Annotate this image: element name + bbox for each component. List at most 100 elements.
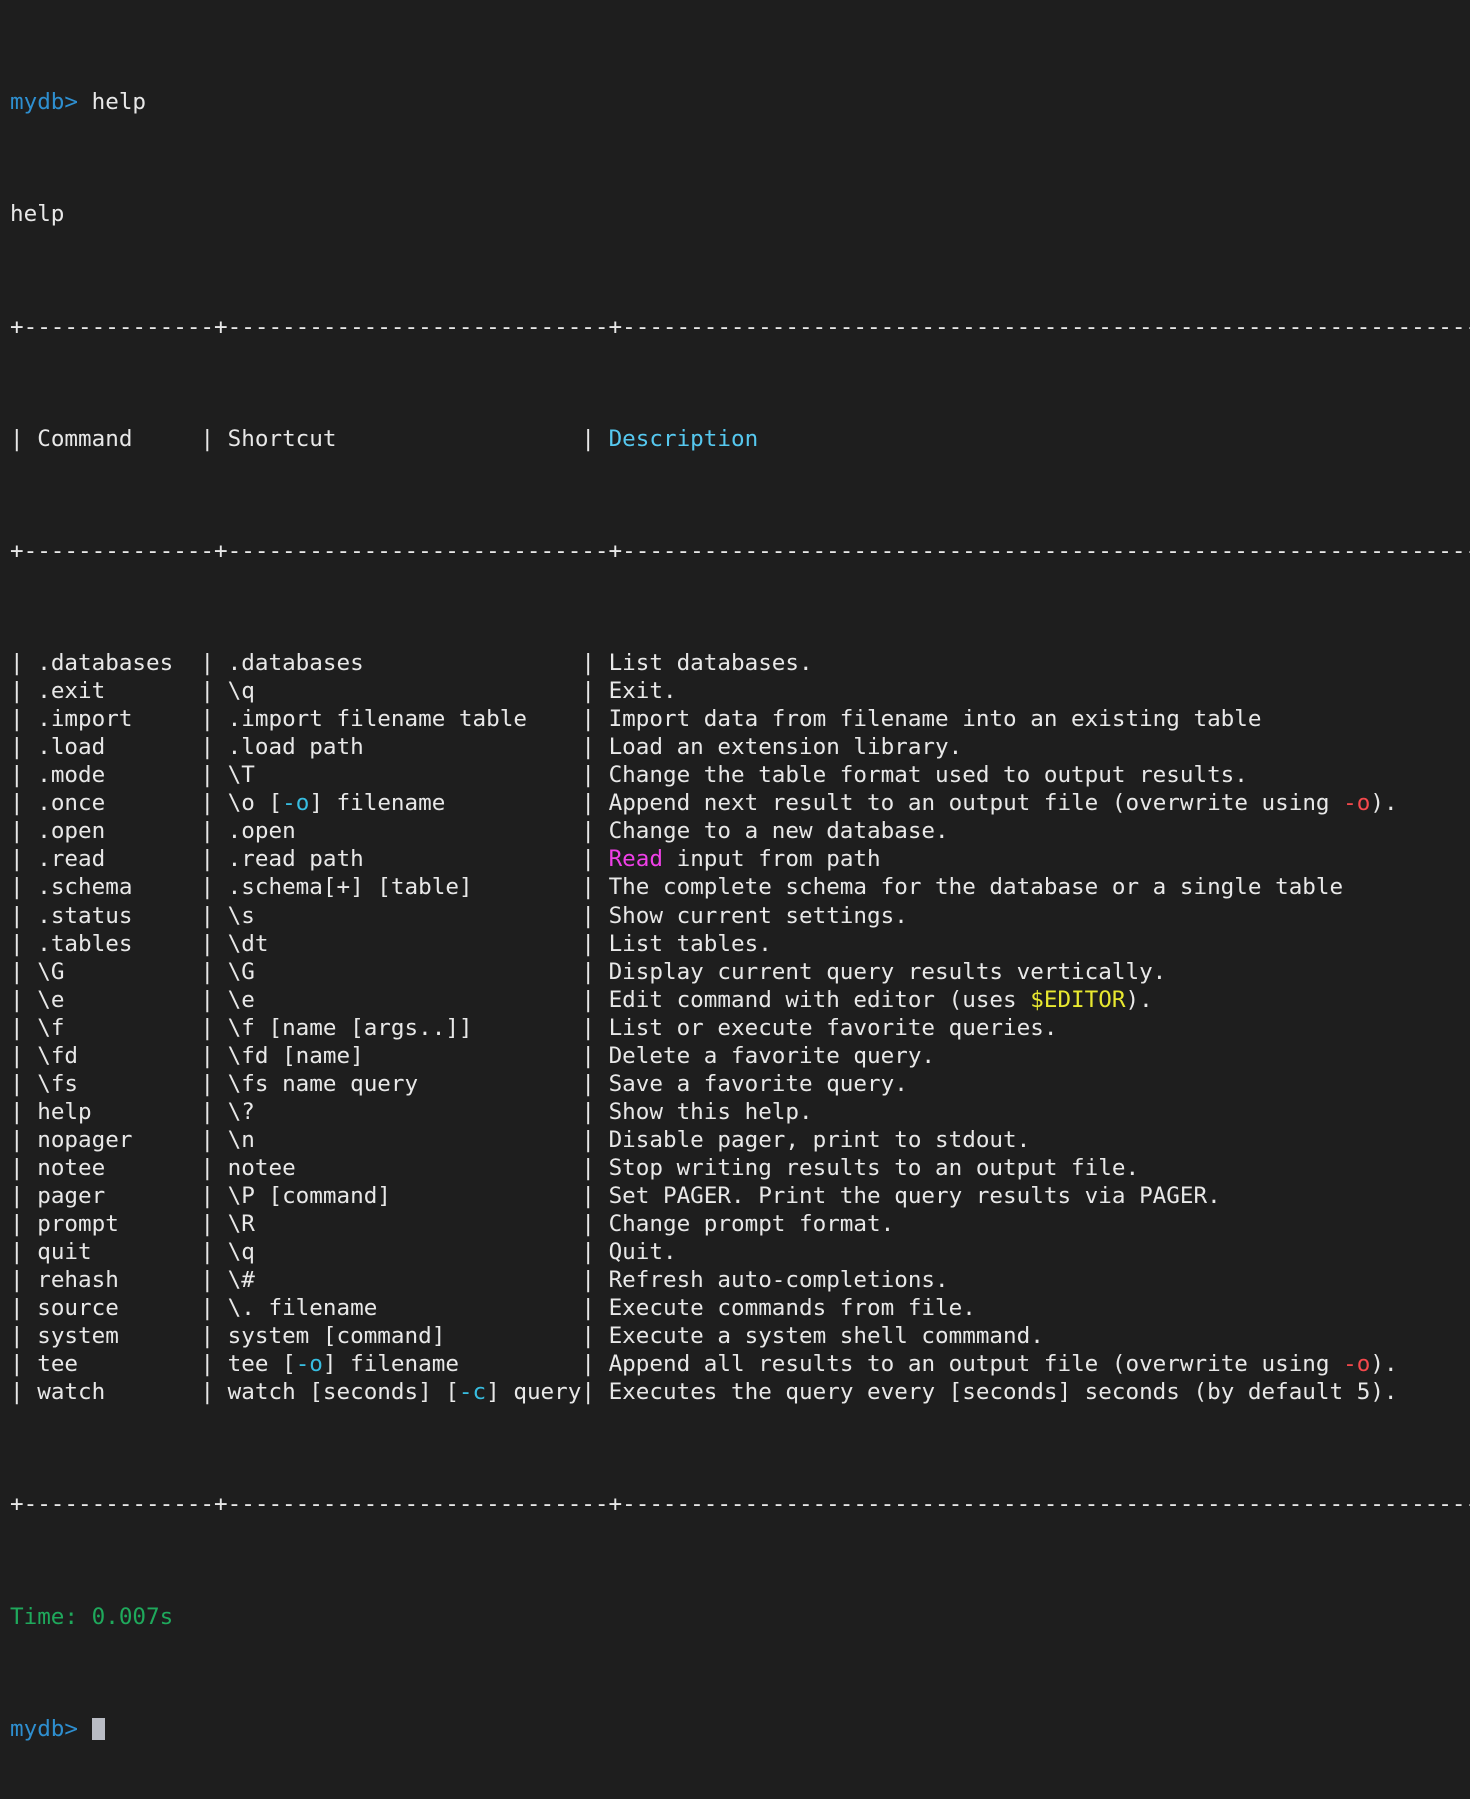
- echoed-command-line: help: [10, 201, 65, 228]
- row-border-left: |: [10, 1351, 38, 1378]
- cell-description: Import data from filename into an existi…: [608, 706, 1470, 733]
- row-border-left: |: [10, 762, 38, 789]
- row-border-mid-1: |: [200, 1070, 228, 1097]
- row-border-mid-1: |: [200, 1239, 228, 1266]
- row-border-mid-2: |: [581, 1351, 609, 1378]
- row-border-left: |: [10, 706, 38, 733]
- cell-description: Execute a system shell commmand.: [608, 1323, 1470, 1350]
- cell-shortcut: \fs name query: [227, 1070, 582, 1097]
- row-border-mid-1: |: [200, 846, 228, 873]
- cell-description: Edit command with editor (uses $EDITOR).: [608, 986, 1470, 1013]
- cell-shortcut: notee: [227, 1154, 582, 1181]
- row-border-left: |: [10, 846, 38, 873]
- cell-description: Set PAGER. Print the query results via P…: [608, 1182, 1470, 1209]
- cell-description: Execute commands from file.: [608, 1295, 1470, 1322]
- cell-shortcut: \. filename: [227, 1295, 582, 1322]
- row-border-mid-2: |: [581, 1379, 609, 1406]
- row-border-mid-1: |: [200, 734, 228, 761]
- cell-command: pager: [37, 1182, 201, 1209]
- row-border-left: |: [10, 986, 38, 1013]
- cell-shortcut: \s: [227, 902, 582, 929]
- cell-shortcut: \o [-o] filename: [227, 790, 582, 817]
- cell-command: \fs: [37, 1070, 201, 1097]
- cell-command: quit: [37, 1239, 201, 1266]
- cell-shortcut: .open: [227, 818, 582, 845]
- row-border-mid-2: |: [581, 1070, 609, 1097]
- table-row: | .open | .open | Change to a new databa…: [10, 817, 1470, 845]
- cell-description: Change the table format used to output r…: [608, 762, 1470, 789]
- prompt-line-input: mydb> help: [10, 88, 1470, 116]
- cell-command: .mode: [37, 762, 201, 789]
- text-cursor: [91, 1717, 106, 1740]
- row-border-mid-1: |: [200, 706, 228, 733]
- table-body: | .databases | .databases | List databas…: [10, 649, 1470, 1406]
- row-border-mid-2: |: [581, 958, 609, 985]
- row-border-left: |: [10, 1267, 38, 1294]
- table-row: | watch | watch [seconds] [-c] query| Ex…: [10, 1378, 1470, 1406]
- cell-command: nopager: [37, 1126, 201, 1153]
- cell-command: .exit: [37, 678, 201, 705]
- table-row: | .mode | \T | Change the table format u…: [10, 761, 1470, 789]
- row-border-mid-2: |: [581, 1323, 609, 1350]
- table-row: | \e | \e | Edit command with editor (us…: [10, 986, 1470, 1014]
- row-border-mid-2: |: [581, 1267, 609, 1294]
- table-row: | .read | .read path | Read input from p…: [10, 845, 1470, 873]
- cell-shortcut: \e: [227, 986, 582, 1013]
- cell-description: Load an extension library.: [608, 734, 1470, 761]
- row-border-left: |: [10, 790, 38, 817]
- row-border-left: |: [10, 1098, 38, 1125]
- cell-description: Delete a favorite query.: [608, 1042, 1470, 1069]
- table-row: | .tables | \dt | List tables. |: [10, 930, 1470, 958]
- table-rule-bottom: +--------------+------------------------…: [10, 1491, 1470, 1518]
- cell-shortcut: \R: [227, 1211, 582, 1238]
- cell-shortcut: \n: [227, 1126, 582, 1153]
- cell-command: .open: [37, 818, 201, 845]
- row-border-left: |: [10, 1211, 38, 1238]
- cell-command: .once: [37, 790, 201, 817]
- row-border-mid-2: |: [581, 1098, 609, 1125]
- row-border-mid-1: |: [200, 874, 228, 901]
- table-row: | quit | \q | Quit. |: [10, 1238, 1470, 1266]
- cell-description: Show current settings.: [608, 902, 1470, 929]
- cell-command: .tables: [37, 930, 201, 957]
- row-border-mid-1: |: [200, 1323, 228, 1350]
- cell-shortcut: \fd [name]: [227, 1042, 582, 1069]
- header-description: Description: [608, 425, 1470, 452]
- row-border-mid-1: |: [200, 930, 228, 957]
- row-border-mid-2: |: [581, 1239, 609, 1266]
- row-border-mid-1: |: [200, 1267, 228, 1294]
- row-border-left: |: [10, 1182, 38, 1209]
- row-border-mid-1: |: [200, 1351, 228, 1378]
- row-border-mid-1: |: [200, 902, 228, 929]
- cell-shortcut: \f [name [args..]]: [227, 1014, 582, 1041]
- cell-command: \e: [37, 986, 201, 1013]
- table-row: | .import | .import filename table | Imp…: [10, 705, 1470, 733]
- cell-command: .load: [37, 734, 201, 761]
- row-border-mid-1: |: [200, 1098, 228, 1125]
- table-row: | help | \? | Show this help. |: [10, 1098, 1470, 1126]
- cell-command: help: [37, 1098, 201, 1125]
- row-border-mid-1: |: [200, 1042, 228, 1069]
- row-border-mid-1: |: [200, 678, 228, 705]
- cell-description: List or execute favorite queries.: [608, 1014, 1470, 1041]
- cell-command: system: [37, 1323, 201, 1350]
- row-border-left: |: [10, 1379, 38, 1406]
- cell-command: prompt: [37, 1211, 201, 1238]
- row-border-left: |: [10, 874, 38, 901]
- cell-shortcut: system [command]: [227, 1323, 582, 1350]
- prompt-line-active[interactable]: mydb>: [10, 1715, 1470, 1743]
- cell-shortcut: .load path: [227, 734, 582, 761]
- table-row: | .load | .load path | Load an extension…: [10, 733, 1470, 761]
- table-row: | .once | \o [-o] filename | Append next…: [10, 789, 1470, 817]
- cell-shortcut: .schema[+] [table]: [227, 874, 582, 901]
- table-rule-top: +--------------+------------------------…: [10, 313, 1470, 340]
- cell-description: Append all results to an output file (ov…: [608, 1351, 1470, 1378]
- terminal-window[interactable]: mydb> help help +--------------+--------…: [0, 0, 1470, 1742]
- row-border-left: |: [10, 1239, 38, 1266]
- cell-shortcut: \#: [227, 1267, 582, 1294]
- row-border-mid-2: |: [581, 762, 609, 789]
- row-border-mid-2: |: [581, 818, 609, 845]
- cell-command: .databases: [37, 650, 201, 677]
- cell-description: Display current query results vertically…: [608, 958, 1470, 985]
- row-border-mid-2: |: [581, 930, 609, 957]
